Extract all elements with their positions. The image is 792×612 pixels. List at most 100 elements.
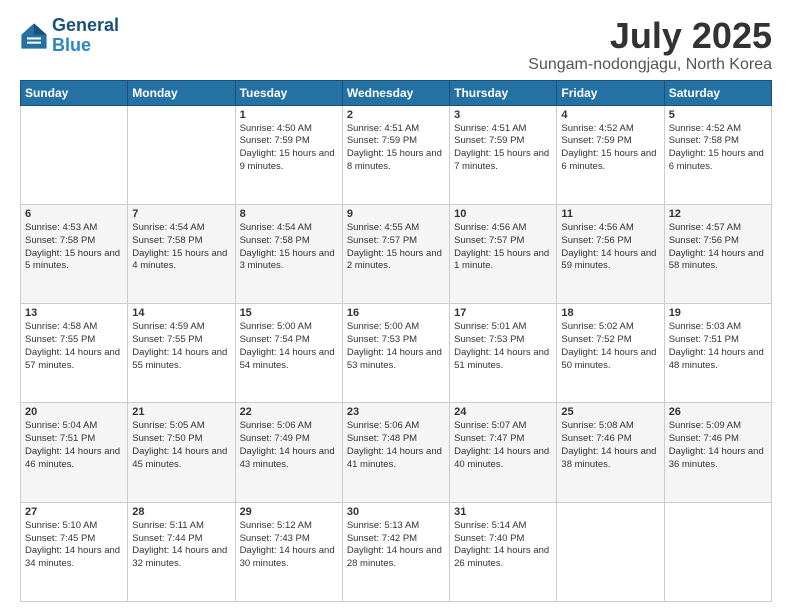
day-info: Sunrise: 5:09 AM Sunset: 7:46 PM Dayligh… xyxy=(669,420,767,471)
calendar-cell: 1 Sunrise: 4:50 AM Sunset: 7:59 PM Daylig… xyxy=(235,105,342,204)
weekday-header-cell: Friday xyxy=(557,80,664,105)
calendar-cell xyxy=(557,502,664,601)
day-number: 5 xyxy=(669,109,767,121)
day-info: Sunrise: 4:55 AM Sunset: 7:57 PM Dayligh… xyxy=(347,222,445,273)
calendar-cell: 19 Sunrise: 5:03 AM Sunset: 7:51 PM Dayli… xyxy=(664,304,771,403)
weekday-header-cell: Sunday xyxy=(21,80,128,105)
day-info: Sunrise: 5:04 AM Sunset: 7:51 PM Dayligh… xyxy=(25,420,123,471)
day-number: 30 xyxy=(347,506,445,518)
calendar-cell: 3 Sunrise: 4:51 AM Sunset: 7:59 PM Daylig… xyxy=(450,105,557,204)
day-info: Sunrise: 5:13 AM Sunset: 7:42 PM Dayligh… xyxy=(347,520,445,571)
day-number: 17 xyxy=(454,307,552,319)
day-number: 1 xyxy=(240,109,338,121)
calendar-cell: 5 Sunrise: 4:52 AM Sunset: 7:58 PM Daylig… xyxy=(664,105,771,204)
day-number: 4 xyxy=(561,109,659,121)
logo-icon xyxy=(20,22,48,50)
header: General Blue July 2025 Sungam-nodongjagu… xyxy=(20,16,772,74)
day-info: Sunrise: 4:50 AM Sunset: 7:59 PM Dayligh… xyxy=(240,123,338,174)
calendar-week-row: 1 Sunrise: 4:50 AM Sunset: 7:59 PM Daylig… xyxy=(21,105,772,204)
day-info: Sunrise: 4:52 AM Sunset: 7:58 PM Dayligh… xyxy=(669,123,767,174)
day-number: 31 xyxy=(454,506,552,518)
day-info: Sunrise: 5:12 AM Sunset: 7:43 PM Dayligh… xyxy=(240,520,338,571)
day-number: 28 xyxy=(132,506,230,518)
calendar-cell: 2Sunrise: 4:51 AM Sunset: 7:59 PM Daylig… xyxy=(342,105,449,204)
day-info: Sunrise: 5:06 AM Sunset: 7:48 PM Dayligh… xyxy=(347,420,445,471)
calendar-cell: 15 Sunrise: 5:00 AM Sunset: 7:54 PM Dayli… xyxy=(235,304,342,403)
day-number: 26 xyxy=(669,406,767,418)
calendar-cell: 28 Sunrise: 5:11 AM Sunset: 7:44 PM Dayli… xyxy=(128,502,235,601)
calendar-cell: 17 Sunrise: 5:01 AM Sunset: 7:53 PM Dayli… xyxy=(450,304,557,403)
calendar-table: SundayMondayTuesdayWednesdayThursdayFrid… xyxy=(20,80,772,602)
location-title: Sungam-nodongjagu, North Korea xyxy=(528,56,772,74)
day-info: Sunrise: 5:02 AM Sunset: 7:52 PM Dayligh… xyxy=(561,321,659,372)
page: General Blue July 2025 Sungam-nodongjagu… xyxy=(0,0,792,612)
weekday-header-cell: Monday xyxy=(128,80,235,105)
day-info: Sunrise: 4:54 AM Sunset: 7:58 PM Dayligh… xyxy=(132,222,230,273)
day-info: Sunrise: 4:52 AM Sunset: 7:59 PM Dayligh… xyxy=(561,123,659,174)
day-number: 2 xyxy=(347,109,445,121)
day-number: 27 xyxy=(25,506,123,518)
calendar-week-row: 20 Sunrise: 5:04 AM Sunset: 7:51 PM Dayli… xyxy=(21,403,772,502)
calendar-cell: 7Sunrise: 4:54 AM Sunset: 7:58 PM Daylig… xyxy=(128,204,235,303)
calendar-week-row: 6 Sunrise: 4:53 AM Sunset: 7:58 PM Daylig… xyxy=(21,204,772,303)
day-number: 24 xyxy=(454,406,552,418)
calendar-week-row: 27 Sunrise: 5:10 AM Sunset: 7:45 PM Dayli… xyxy=(21,502,772,601)
day-number: 10 xyxy=(454,208,552,220)
day-info: Sunrise: 4:53 AM Sunset: 7:58 PM Dayligh… xyxy=(25,222,123,273)
day-info: Sunrise: 5:11 AM Sunset: 7:44 PM Dayligh… xyxy=(132,520,230,571)
day-info: Sunrise: 5:05 AM Sunset: 7:50 PM Dayligh… xyxy=(132,420,230,471)
day-info: Sunrise: 5:08 AM Sunset: 7:46 PM Dayligh… xyxy=(561,420,659,471)
day-info: Sunrise: 5:10 AM Sunset: 7:45 PM Dayligh… xyxy=(25,520,123,571)
calendar-cell xyxy=(128,105,235,204)
day-info: Sunrise: 5:00 AM Sunset: 7:53 PM Dayligh… xyxy=(347,321,445,372)
day-info: Sunrise: 4:56 AM Sunset: 7:57 PM Dayligh… xyxy=(454,222,552,273)
calendar-week-row: 13Sunrise: 4:58 AM Sunset: 7:55 PM Dayli… xyxy=(21,304,772,403)
calendar-cell xyxy=(21,105,128,204)
day-number: 25 xyxy=(561,406,659,418)
calendar-cell: 10 Sunrise: 4:56 AM Sunset: 7:57 PM Dayli… xyxy=(450,204,557,303)
weekday-header-cell: Thursday xyxy=(450,80,557,105)
day-number: 3 xyxy=(454,109,552,121)
calendar-cell: 22Sunrise: 5:06 AM Sunset: 7:49 PM Dayli… xyxy=(235,403,342,502)
calendar-cell: 14 Sunrise: 4:59 AM Sunset: 7:55 PM Dayli… xyxy=(128,304,235,403)
day-number: 18 xyxy=(561,307,659,319)
day-number: 21 xyxy=(132,406,230,418)
day-info: Sunrise: 4:56 AM Sunset: 7:56 PM Dayligh… xyxy=(561,222,659,273)
calendar-cell: 11 Sunrise: 4:56 AM Sunset: 7:56 PM Dayli… xyxy=(557,204,664,303)
day-info: Sunrise: 4:59 AM Sunset: 7:55 PM Dayligh… xyxy=(132,321,230,372)
day-info: Sunrise: 5:14 AM Sunset: 7:40 PM Dayligh… xyxy=(454,520,552,571)
day-info: Sunrise: 5:01 AM Sunset: 7:53 PM Dayligh… xyxy=(454,321,552,372)
weekday-header-cell: Saturday xyxy=(664,80,771,105)
day-number: 8 xyxy=(240,208,338,220)
calendar-cell: 26 Sunrise: 5:09 AM Sunset: 7:46 PM Dayli… xyxy=(664,403,771,502)
calendar-cell: 20 Sunrise: 5:04 AM Sunset: 7:51 PM Dayli… xyxy=(21,403,128,502)
day-number: 11 xyxy=(561,208,659,220)
day-number: 14 xyxy=(132,307,230,319)
calendar-cell: 8Sunrise: 4:54 AM Sunset: 7:58 PM Daylig… xyxy=(235,204,342,303)
calendar-cell: 21 Sunrise: 5:05 AM Sunset: 7:50 PM Dayli… xyxy=(128,403,235,502)
day-number: 19 xyxy=(669,307,767,319)
day-number: 23 xyxy=(347,406,445,418)
day-number: 13 xyxy=(25,307,123,319)
day-info: Sunrise: 5:03 AM Sunset: 7:51 PM Dayligh… xyxy=(669,321,767,372)
day-info: Sunrise: 5:07 AM Sunset: 7:47 PM Dayligh… xyxy=(454,420,552,471)
day-info: Sunrise: 5:00 AM Sunset: 7:54 PM Dayligh… xyxy=(240,321,338,372)
day-number: 15 xyxy=(240,307,338,319)
calendar-cell: 24 Sunrise: 5:07 AM Sunset: 7:47 PM Dayli… xyxy=(450,403,557,502)
calendar-cell: 13Sunrise: 4:58 AM Sunset: 7:55 PM Dayli… xyxy=(21,304,128,403)
weekday-header-cell: Tuesday xyxy=(235,80,342,105)
day-number: 6 xyxy=(25,208,123,220)
day-info: Sunrise: 4:51 AM Sunset: 7:59 PM Dayligh… xyxy=(454,123,552,174)
logo: General Blue xyxy=(20,16,119,56)
calendar-cell: 18 Sunrise: 5:02 AM Sunset: 7:52 PM Dayli… xyxy=(557,304,664,403)
calendar-cell xyxy=(664,502,771,601)
calendar-cell: 25 Sunrise: 5:08 AM Sunset: 7:46 PM Dayli… xyxy=(557,403,664,502)
title-block: July 2025 Sungam-nodongjagu, North Korea xyxy=(528,16,772,74)
calendar-cell: 9 Sunrise: 4:55 AM Sunset: 7:57 PM Daylig… xyxy=(342,204,449,303)
day-number: 29 xyxy=(240,506,338,518)
calendar-body: 1 Sunrise: 4:50 AM Sunset: 7:59 PM Daylig… xyxy=(21,105,772,601)
day-number: 9 xyxy=(347,208,445,220)
day-info: Sunrise: 4:57 AM Sunset: 7:56 PM Dayligh… xyxy=(669,222,767,273)
day-number: 20 xyxy=(25,406,123,418)
day-number: 16 xyxy=(347,307,445,319)
